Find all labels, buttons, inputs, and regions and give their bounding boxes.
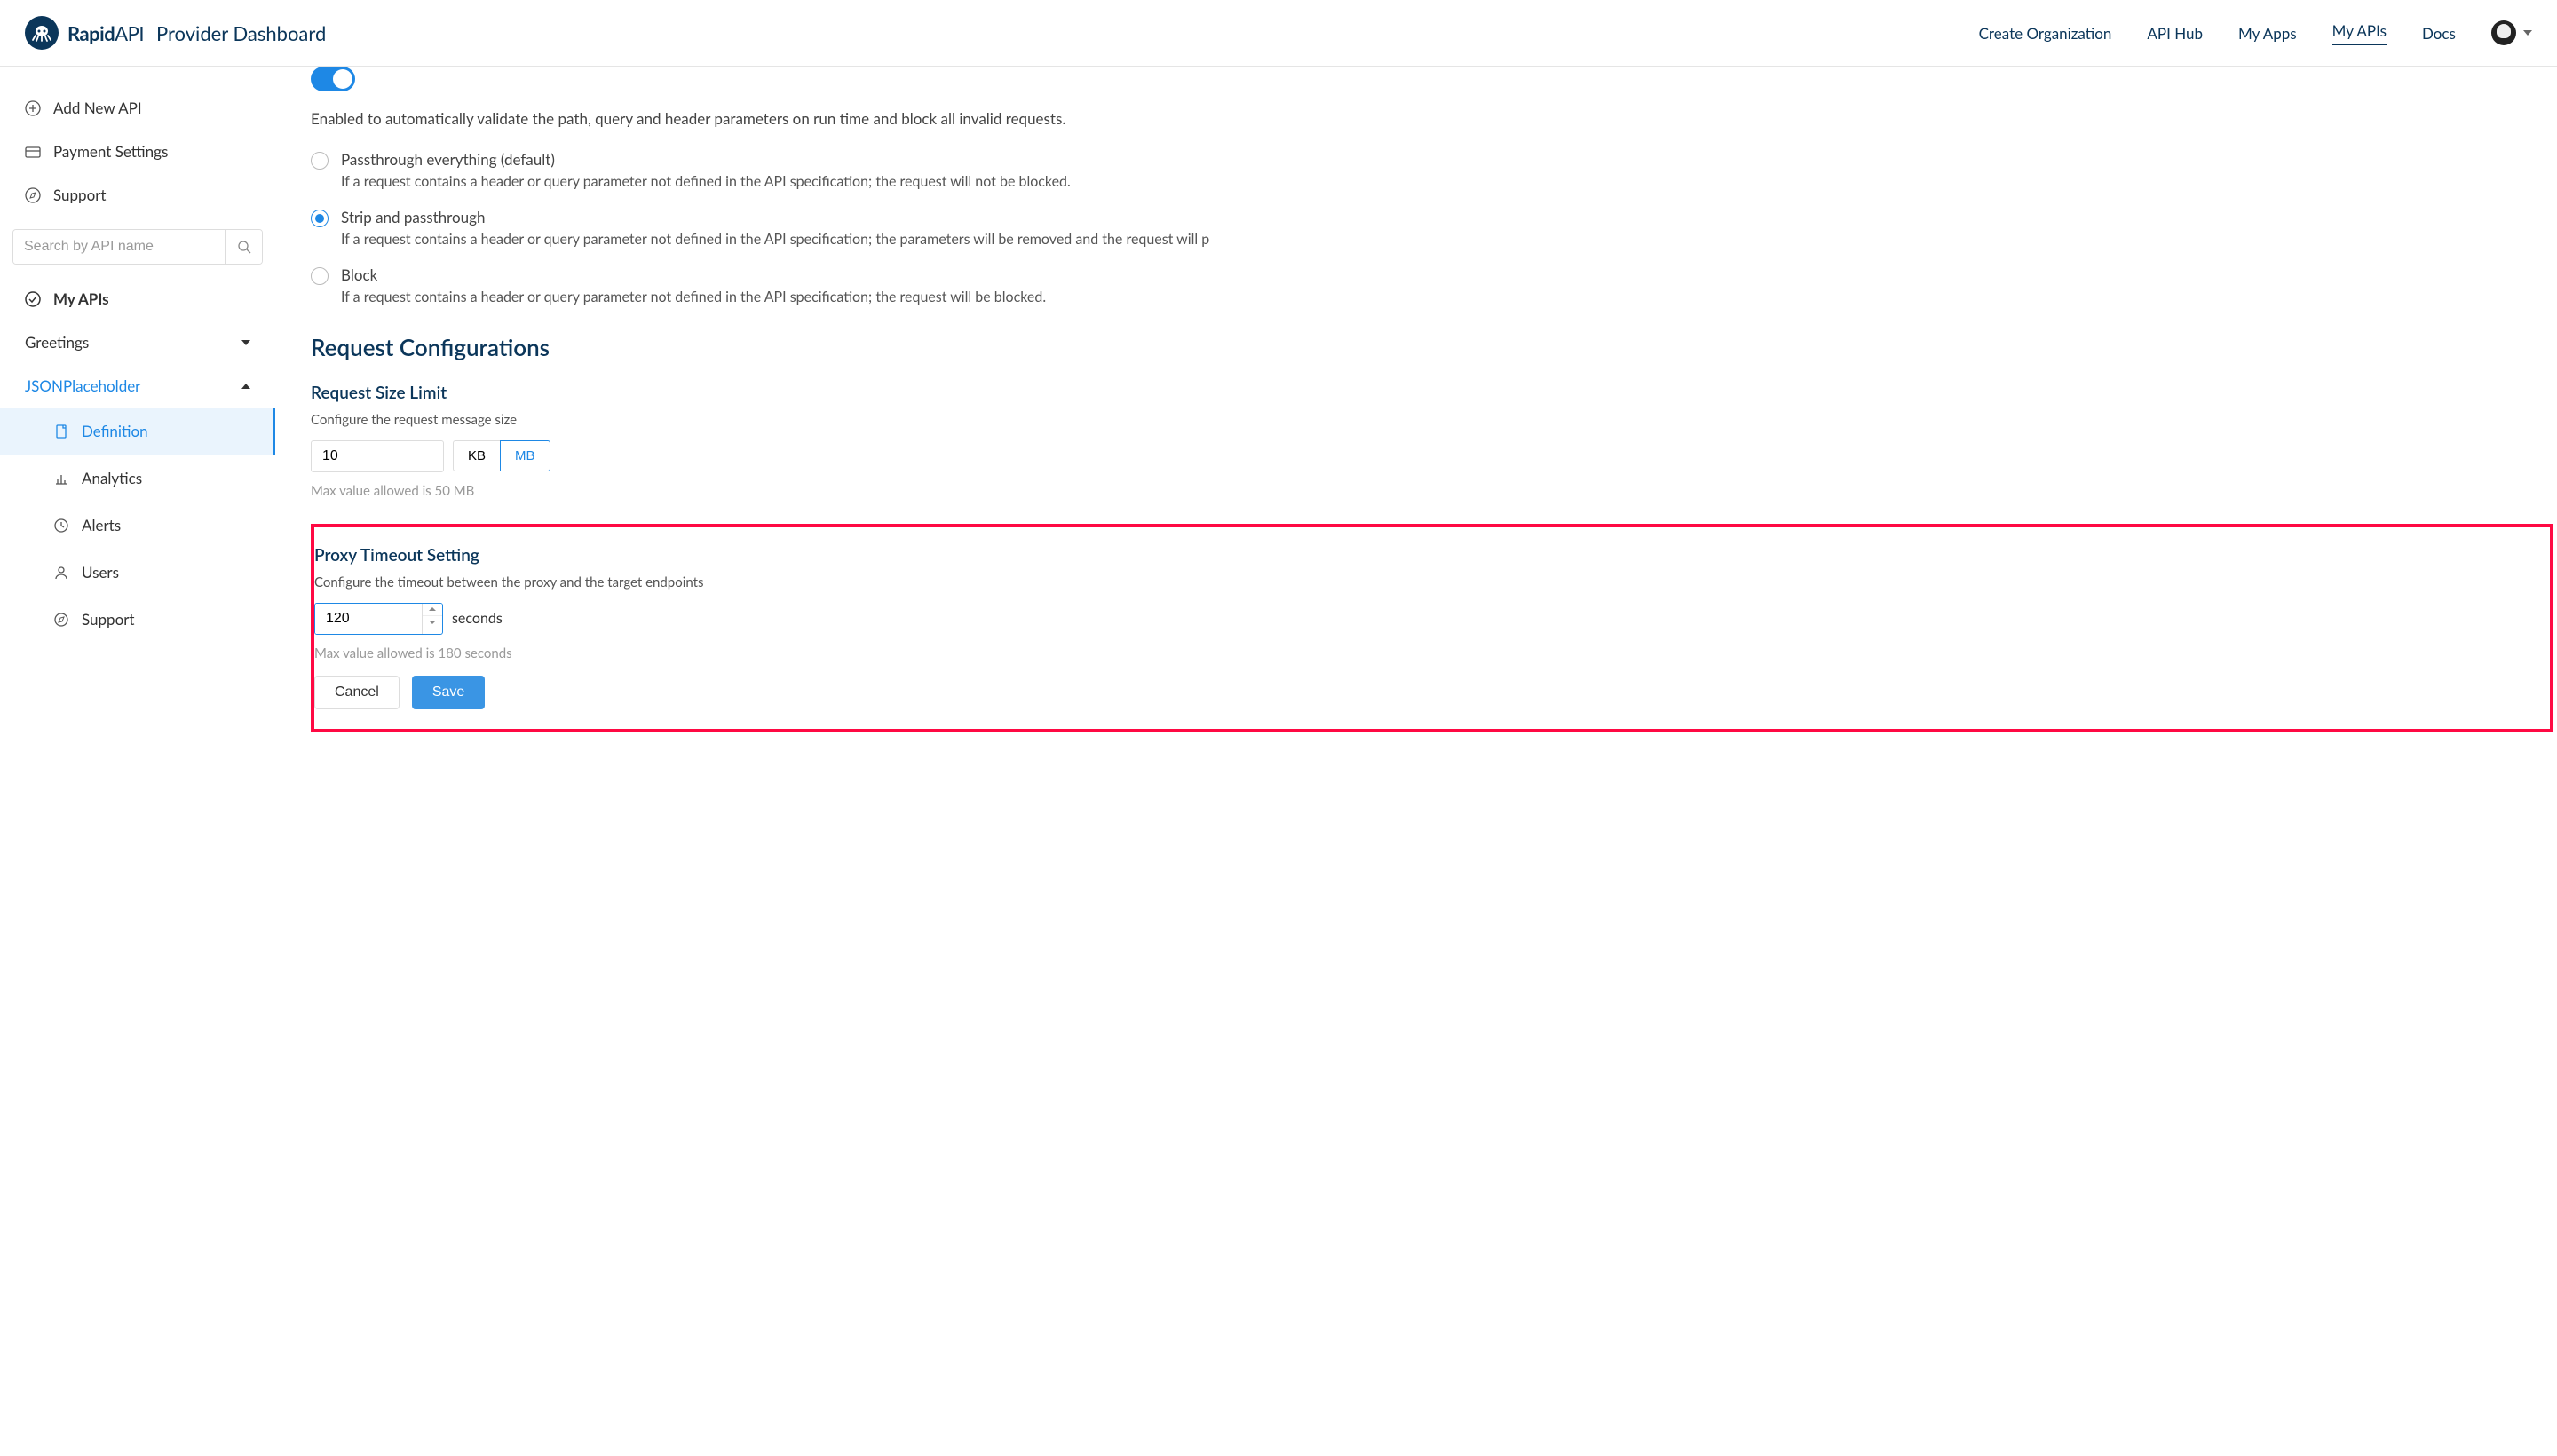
sidebar: Add New API Payment Settings Support My … [0, 67, 275, 768]
timeout-input[interactable] [315, 604, 422, 634]
button-row: Cancel Save [314, 676, 2550, 709]
nav-create-organization[interactable]: Create Organization [1979, 24, 2112, 43]
subnav-label: Alerts [82, 516, 121, 534]
radio-description: If a request contains a header or query … [341, 230, 1209, 249]
sidebar-item-label: Add New API [53, 99, 142, 117]
search-icon [237, 240, 251, 254]
radio-description: If a request contains a header or query … [341, 288, 1046, 307]
save-button[interactable]: Save [412, 676, 485, 709]
chevron-up-icon [241, 384, 250, 389]
timeout-hint: Max value allowed is 180 seconds [314, 645, 2550, 661]
search-input[interactable] [13, 230, 225, 264]
chevron-down-icon [2523, 30, 2532, 36]
api-tree-item-greetings[interactable]: Greetings [0, 320, 275, 364]
clock-icon [53, 518, 69, 534]
header: RapidAPI Provider Dashboard Create Organ… [0, 0, 2557, 67]
logo[interactable]: RapidAPI [25, 16, 144, 50]
proxy-timeout-controls: seconds [314, 603, 2550, 635]
radio-strip-passthrough[interactable]: Strip and passthrough If a request conta… [311, 208, 2557, 249]
page-title: Provider Dashboard [156, 21, 326, 45]
sidebar-item-my-apis[interactable]: My APIs [0, 277, 275, 320]
timeout-unit-label: seconds [452, 610, 503, 627]
nav-api-hub[interactable]: API Hub [2147, 24, 2203, 43]
subnav-item-users[interactable]: Users [0, 549, 275, 596]
sidebar-item-support[interactable]: Support [0, 173, 275, 217]
size-limit-controls: KB MB [311, 440, 2557, 472]
subnav-item-alerts[interactable]: Alerts [0, 502, 275, 549]
desc-proxy-timeout: Configure the timeout between the proxy … [314, 574, 2550, 590]
subnav-item-analytics[interactable]: Analytics [0, 455, 275, 502]
sidebar-item-add-new-api[interactable]: Add New API [0, 86, 275, 130]
user-icon [53, 565, 69, 581]
chevron-up-icon [429, 607, 436, 611]
size-limit-hint: Max value allowed is 50 MB [311, 483, 2557, 499]
subtitle-proxy-timeout: Proxy Timeout Setting [314, 545, 2550, 566]
number-spinner [422, 604, 442, 634]
subnav-label: Definition [82, 422, 148, 440]
desc-size-limit: Configure the request message size [311, 412, 2557, 428]
radio-passthrough[interactable]: Passthrough everything (default) If a re… [311, 150, 2557, 192]
timeout-input-wrap [314, 603, 443, 635]
header-nav: Create Organization API Hub My Apps My A… [1979, 20, 2532, 45]
radio-label: Block [341, 265, 1046, 284]
radio-label: Strip and passthrough [341, 208, 1209, 226]
search-button[interactable] [225, 230, 262, 264]
credit-card-icon [25, 144, 41, 160]
plus-circle-icon [25, 100, 41, 116]
subnav-label: Analytics [82, 469, 142, 487]
cancel-button[interactable]: Cancel [314, 676, 400, 709]
radio-label: Passthrough everything (default) [341, 150, 1071, 169]
api-tree-label: Greetings [25, 333, 89, 352]
radio-block[interactable]: Block If a request contains a header or … [311, 265, 2557, 307]
brand-name: RapidAPI [67, 21, 144, 45]
nav-my-apps[interactable]: My Apps [2238, 24, 2297, 43]
size-unit-segment: KB MB [453, 440, 550, 471]
compass-icon [53, 612, 69, 628]
validation-description: Enabled to automatically validate the pa… [311, 107, 2557, 131]
subtitle-size-limit: Request Size Limit [311, 383, 2557, 403]
api-subnav: Definition Analytics Alerts Users [0, 408, 275, 643]
radio-description: If a request contains a header or query … [341, 172, 1071, 192]
radio-icon [311, 210, 329, 227]
bar-chart-icon [53, 471, 69, 487]
subnav-label: Support [82, 610, 135, 629]
nav-my-apis[interactable]: My APIs [2332, 21, 2387, 45]
file-icon [53, 423, 69, 439]
radio-icon [311, 152, 329, 170]
validation-toggle[interactable] [311, 67, 355, 91]
avatar [2491, 20, 2516, 45]
unit-kb-button[interactable]: KB [453, 440, 500, 471]
validation-mode-group: Passthrough everything (default) If a re… [311, 150, 2557, 308]
search-box [12, 229, 263, 265]
check-circle-icon [25, 291, 41, 307]
chevron-down-icon [429, 621, 436, 624]
compass-icon [25, 187, 41, 203]
logo-icon [25, 16, 59, 50]
sidebar-item-label: Payment Settings [53, 142, 168, 161]
unit-mb-button[interactable]: MB [500, 440, 550, 471]
spinner-down-button[interactable] [423, 616, 442, 629]
spinner-up-button[interactable] [423, 604, 442, 616]
section-title-request-config: Request Configurations [311, 333, 2557, 361]
subnav-item-definition[interactable]: Definition [0, 408, 275, 455]
chevron-down-icon [241, 340, 250, 345]
radio-icon [311, 267, 329, 285]
sidebar-item-payment-settings[interactable]: Payment Settings [0, 130, 275, 173]
sidebar-item-label: Support [53, 186, 107, 204]
size-limit-input[interactable] [311, 440, 444, 472]
api-tree-item-jsonplaceholder[interactable]: JSONPlaceholder [0, 364, 275, 408]
subnav-label: Users [82, 563, 119, 582]
nav-docs[interactable]: Docs [2422, 24, 2456, 43]
subnav-item-support[interactable]: Support [0, 596, 275, 643]
main-content: Enabled to automatically validate the pa… [275, 67, 2557, 768]
sidebar-item-label: My APIs [53, 289, 109, 308]
user-menu[interactable] [2491, 20, 2532, 45]
proxy-timeout-section: Proxy Timeout Setting Configure the time… [311, 524, 2553, 732]
api-tree-label: JSONPlaceholder [25, 376, 140, 395]
